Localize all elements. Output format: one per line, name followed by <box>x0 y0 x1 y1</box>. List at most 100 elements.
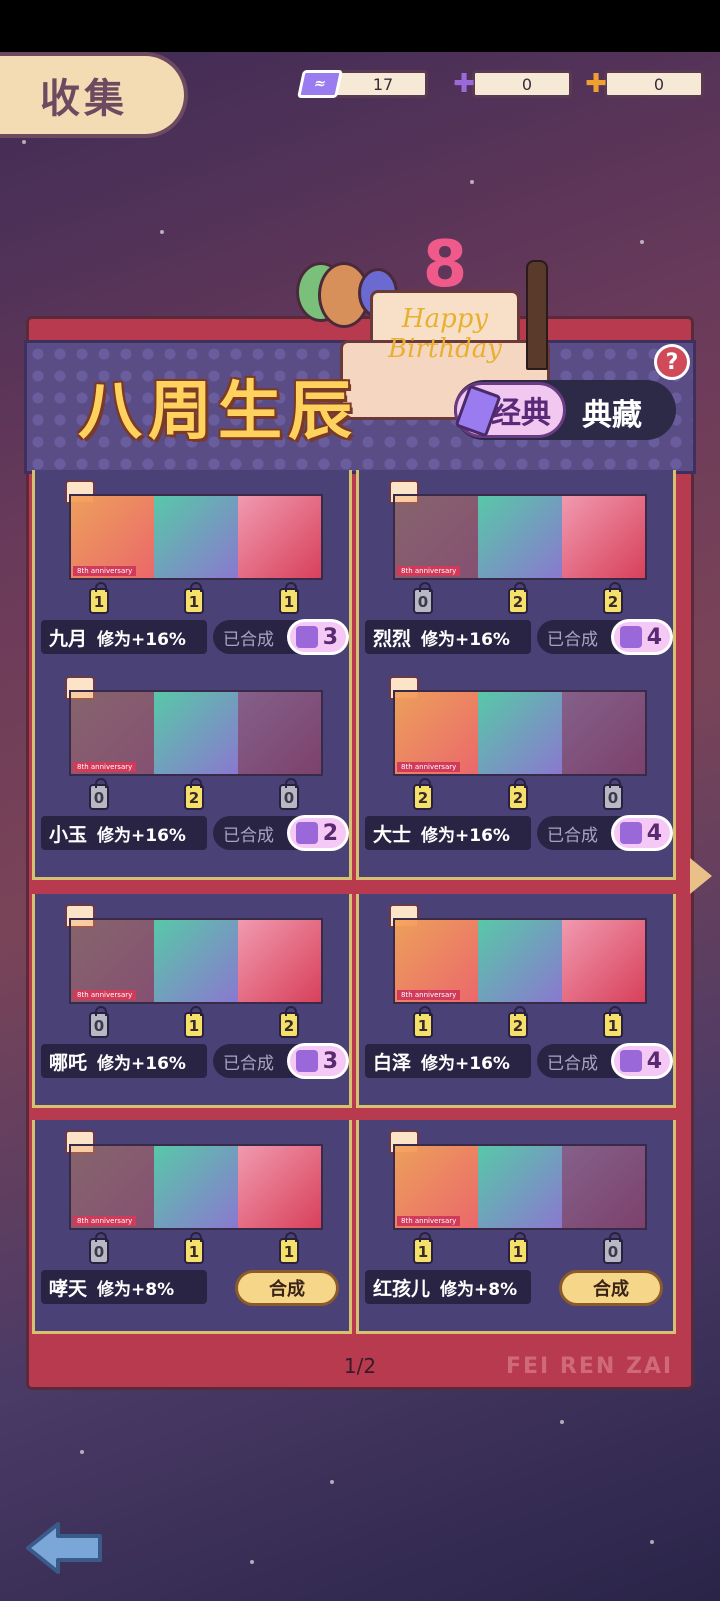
piece-counts: 0 2 2 <box>413 582 623 614</box>
synthesized-label: 已合成 <box>223 825 274 846</box>
piece-count-badge: 1 <box>279 1232 299 1264</box>
cultivation-bonus: 修为+16% <box>97 1053 186 1074</box>
puzzle-icon <box>620 626 642 648</box>
piece-counts: 2 2 0 <box>413 778 623 810</box>
ticket-icon: ≈ <box>297 68 343 100</box>
cultivation-bonus: 修为+8% <box>97 1279 175 1300</box>
currency-purple-puzzle: ✚ 0 <box>444 68 572 100</box>
synth-count-badge: 4 <box>611 619 673 655</box>
character-card[interactable]: 8th anniversary 2 2 0 大士 修为+16% 已合成 4 <box>356 666 676 880</box>
puzzle-piece <box>154 1146 238 1228</box>
synthesize-button[interactable]: 合成 <box>559 1270 663 1306</box>
help-button[interactable]: ? <box>654 344 690 380</box>
puzzle-icon <box>296 1050 318 1072</box>
character-card[interactable]: 8th anniversary 1 2 1 白泽 修为+16% 已合成 4 <box>356 894 676 1108</box>
cultivation-bonus: 修为+16% <box>421 1053 510 1074</box>
puzzle-icon <box>296 626 318 648</box>
purple-puzzle-count: 0 <box>472 70 572 98</box>
synth-count: 4 <box>646 1048 662 1074</box>
synthesized-label: 已合成 <box>547 1053 598 1074</box>
piece-count-badge: 1 <box>413 1006 433 1038</box>
piece-count-badge: 1 <box>184 1006 204 1038</box>
piece-count-badge: 0 <box>89 1232 109 1264</box>
currency-tickets: ≈ 17 <box>297 68 428 100</box>
puzzle-piece <box>561 692 645 774</box>
anniversary-label: 8th anniversary <box>73 1216 137 1226</box>
page-title-tab: 收集 <box>0 52 188 138</box>
cultivation-bonus: 修为+16% <box>421 825 510 846</box>
piece-count-badge: 2 <box>603 582 623 614</box>
piece-counts: 0 1 1 <box>89 1232 299 1264</box>
piece-count-badge: 1 <box>603 1006 623 1038</box>
anniversary-label: 8th anniversary <box>397 762 461 772</box>
character-card[interactable]: 8th anniversary 0 1 2 哪吒 修为+16% 已合成 3 <box>32 894 352 1108</box>
puzzle-piece <box>154 496 238 578</box>
character-card[interactable]: 8th anniversary 0 2 0 小玉 修为+16% 已合成 2 <box>32 666 352 880</box>
piece-count-badge: 2 <box>508 582 528 614</box>
piece-counts: 0 2 0 <box>89 778 299 810</box>
character-card[interactable]: 8th anniversary 0 1 1 哮天 修为+8% 合成 <box>32 1120 352 1334</box>
synthesized-label: 已合成 <box>223 1053 274 1074</box>
synth-count-badge: 3 <box>287 619 349 655</box>
page-title: 收集 <box>40 76 128 122</box>
anniversary-label: 8th anniversary <box>73 566 137 576</box>
cultivation-bonus: 修为+16% <box>97 629 186 650</box>
puzzle-icon <box>620 1050 642 1072</box>
character-card[interactable]: 8th anniversary 0 2 2 烈烈 修为+16% 已合成 4 <box>356 470 676 684</box>
synth-count-badge: 4 <box>611 1043 673 1079</box>
synth-count-badge: 2 <box>287 815 349 851</box>
character-card[interactable]: 8th anniversary 1 1 0 红孩儿 修为+8% 合成 <box>356 1120 676 1334</box>
next-page-arrow-icon[interactable] <box>690 858 712 894</box>
ticket-count: 17 <box>328 70 428 98</box>
tab-classic-label: 经典 <box>491 396 551 431</box>
anniversary-label: 8th anniversary <box>73 990 137 1000</box>
character-name-bar: 小玉 修为+16% <box>41 816 207 850</box>
synth-count: 4 <box>646 820 662 846</box>
piece-count-badge: 1 <box>184 582 204 614</box>
piece-counts: 0 1 2 <box>89 1006 299 1038</box>
synth-count-badge: 4 <box>611 815 673 851</box>
puzzle-piece <box>237 692 321 774</box>
puzzle-icon <box>620 822 642 844</box>
anniversary-label: 8th anniversary <box>397 990 461 1000</box>
puzzle-piece <box>561 920 645 1002</box>
character-name-bar: 白泽 修为+16% <box>365 1044 531 1078</box>
synthesize-button[interactable]: 合成 <box>235 1270 339 1306</box>
tab-classic[interactable]: 经典 <box>454 382 566 438</box>
character-name: 烈烈 <box>373 627 412 650</box>
puzzle-piece <box>561 496 645 578</box>
character-name: 红孩儿 <box>373 1277 431 1300</box>
puzzle-piece <box>154 920 238 1002</box>
puzzle-piece <box>237 1146 321 1228</box>
piece-count-badge: 1 <box>508 1232 528 1264</box>
puzzle-piece <box>478 692 562 774</box>
piece-count-badge: 2 <box>184 778 204 810</box>
piece-count-badge: 2 <box>413 778 433 810</box>
piece-count-badge: 0 <box>603 1232 623 1264</box>
piece-count-badge: 0 <box>89 778 109 810</box>
orange-puzzle-count: 0 <box>604 70 704 98</box>
synth-count: 4 <box>646 624 662 650</box>
piece-count-badge: 1 <box>89 582 109 614</box>
piece-count-badge: 1 <box>184 1232 204 1264</box>
anniversary-label: 8th anniversary <box>73 762 137 772</box>
back-arrow-icon[interactable] <box>24 1520 104 1576</box>
status-bar <box>0 0 720 52</box>
synthesized-status: 已合成 3 <box>213 1043 349 1079</box>
piece-count-badge: 2 <box>508 1006 528 1038</box>
character-card[interactable]: 8th anniversary 1 1 1 九月 修为+16% 已合成 3 <box>32 470 352 684</box>
currency-orange-puzzle: ✚ 0 <box>576 68 704 100</box>
piece-count-badge: 2 <box>279 1006 299 1038</box>
purple-puzzle-icon: ✚ <box>453 69 475 99</box>
piece-counts: 1 1 0 <box>413 1232 623 1264</box>
cultivation-bonus: 修为+16% <box>97 825 186 846</box>
character-name: 九月 <box>49 627 88 650</box>
character-name: 白泽 <box>373 1051 412 1074</box>
puzzle-piece <box>237 496 321 578</box>
bottle-icon <box>526 260 548 370</box>
piece-count-badge: 1 <box>279 582 299 614</box>
tab-collection[interactable]: 典藏 <box>582 390 642 434</box>
piece-count-badge: 1 <box>413 1232 433 1264</box>
character-name-bar: 烈烈 修为+16% <box>365 620 531 654</box>
orange-puzzle-icon: ✚ <box>585 69 607 99</box>
